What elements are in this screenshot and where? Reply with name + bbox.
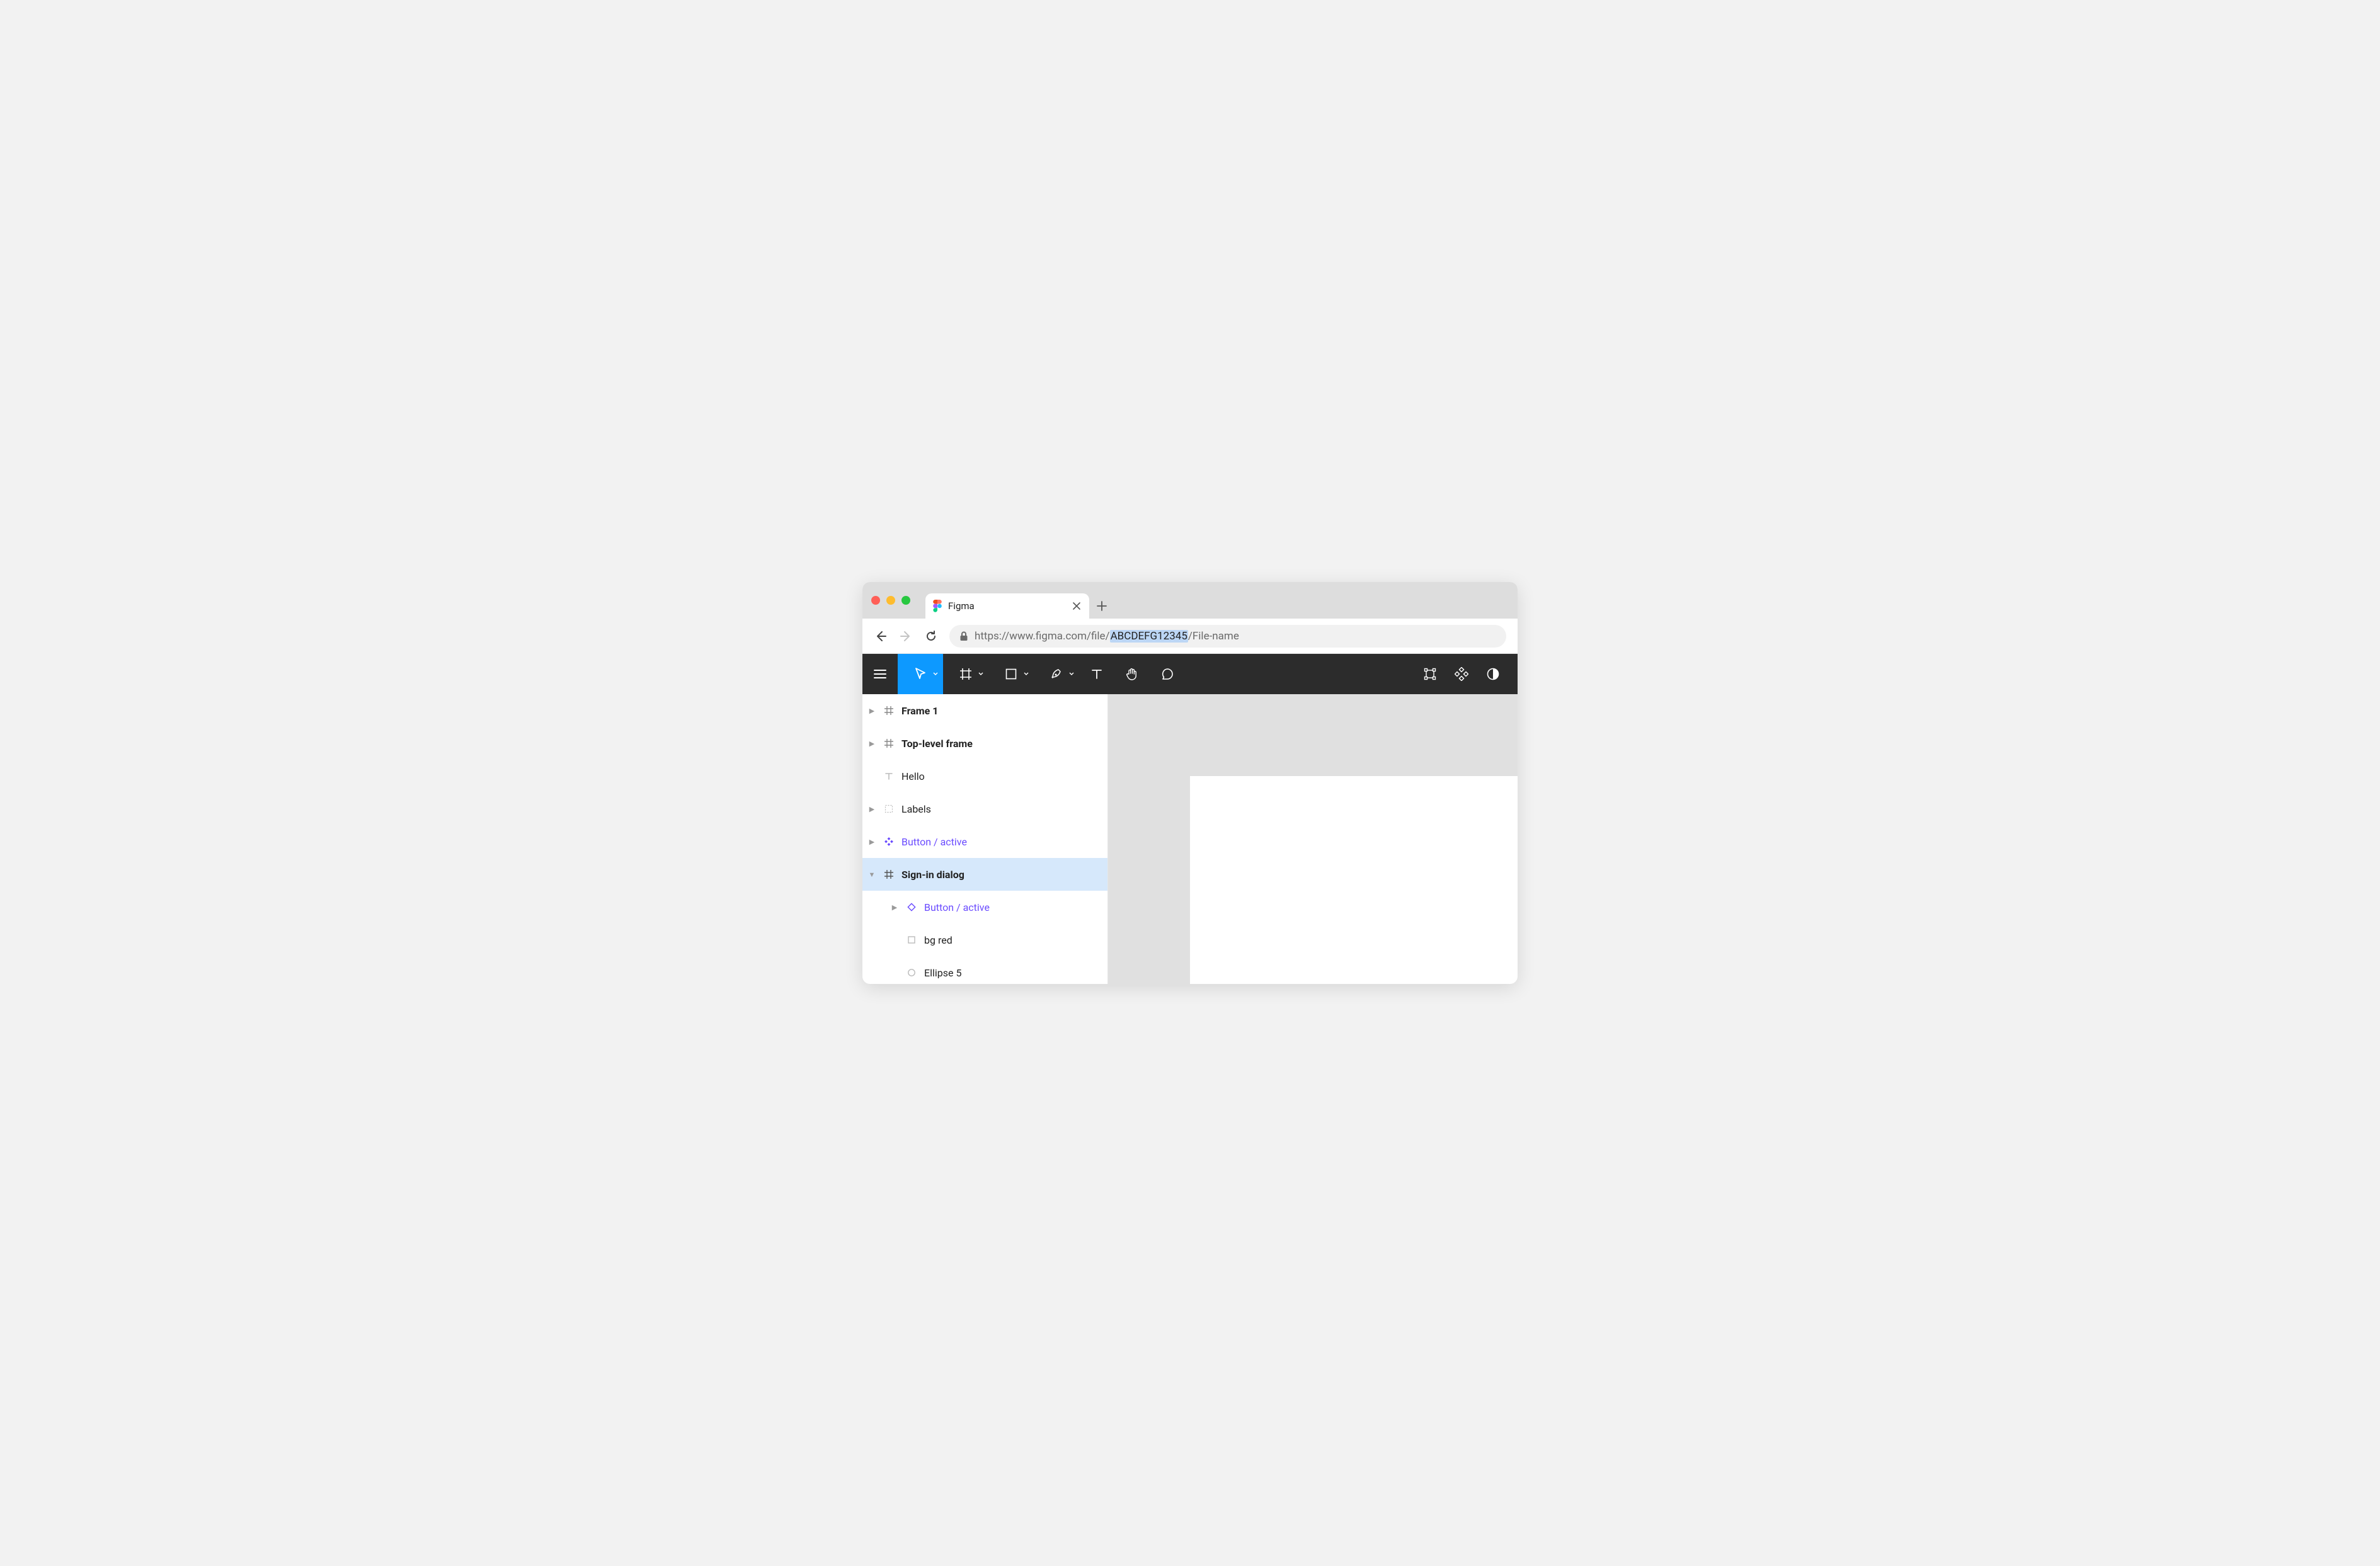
caret-right-icon: ▶ [867, 838, 876, 846]
text-tool-icon [1091, 668, 1102, 680]
text-tool-button[interactable] [1079, 654, 1114, 694]
lock-icon [959, 631, 968, 641]
reload-button[interactable] [924, 629, 938, 643]
close-tab-button[interactable] [1073, 602, 1080, 610]
layer-row-top-level-frame[interactable]: ▶ Top-level frame [862, 727, 1107, 760]
layer-row-frame-1[interactable]: ▶ Frame 1 [862, 694, 1107, 727]
tab-strip: Figma [862, 582, 1518, 619]
rect-icon [905, 935, 918, 944]
comment-tool-button[interactable] [1150, 654, 1185, 694]
figma-favicon [933, 600, 942, 612]
caret-right-icon: ▶ [867, 740, 876, 748]
chevron-down-icon [933, 672, 938, 676]
layer-label: Top-level frame [901, 738, 973, 750]
edit-object-icon[interactable] [1423, 667, 1437, 681]
layer-row-labels[interactable]: ▶ Labels [862, 792, 1107, 825]
frame-icon [883, 739, 895, 748]
pen-tool-button[interactable] [1034, 654, 1079, 694]
layers-panel: ▶ Frame 1 ▶ Top-level frame Hello [862, 694, 1108, 984]
caret-right-icon: ▶ [867, 805, 876, 813]
close-window-button[interactable] [871, 596, 880, 605]
window-controls [871, 582, 925, 619]
layer-row-bg-red[interactable]: bg red [862, 923, 1107, 956]
url-prefix: https://www.figma.com/file/ [975, 630, 1110, 643]
layer-label: Ellipse 5 [924, 967, 961, 979]
minimize-window-button[interactable] [886, 596, 895, 605]
rectangle-tool-icon [1005, 668, 1017, 680]
forward-button[interactable] [899, 629, 913, 643]
caret-down-icon: ▼ [867, 871, 876, 879]
chevron-down-icon [1024, 672, 1029, 676]
chevron-down-icon [978, 672, 983, 676]
ellipse-icon [905, 968, 918, 977]
layer-label: Frame 1 [901, 705, 938, 717]
layer-label: Hello [901, 770, 925, 782]
mask-icon[interactable] [1486, 667, 1500, 681]
frame-icon [883, 706, 895, 715]
url-selected-segment: ABCDEFG12345 [1110, 630, 1188, 643]
components-icon[interactable] [1455, 667, 1468, 681]
layer-row-sign-in-dialog[interactable]: ▼ Sign-in dialog [862, 858, 1107, 891]
artboard[interactable] [1190, 776, 1518, 984]
tab-title: Figma [948, 600, 1067, 612]
group-icon [883, 804, 895, 813]
figma-toolbar [862, 654, 1518, 694]
layer-row-ellipse-5[interactable]: Ellipse 5 [862, 956, 1107, 984]
chevron-down-icon [1069, 672, 1074, 676]
layer-label: bg red [924, 934, 953, 946]
layer-row-hello[interactable]: Hello [862, 760, 1107, 792]
layer-row-button-active-instance[interactable]: ▶ Button / active [862, 891, 1107, 923]
workspace: ▶ Frame 1 ▶ Top-level frame Hello [862, 694, 1518, 984]
address-bar-row: https://www.figma.com/file/ABCDEFG12345/… [862, 619, 1518, 654]
maximize-window-button[interactable] [901, 596, 910, 605]
new-tab-button[interactable] [1089, 593, 1114, 619]
caret-right-icon: ▶ [890, 903, 899, 912]
url-suffix: /File-name [1188, 630, 1239, 643]
main-menu-button[interactable] [862, 654, 898, 694]
frame-tool-icon [959, 668, 972, 680]
frame-icon [883, 870, 895, 879]
pen-tool-icon [1050, 668, 1063, 680]
frame-tool-button[interactable] [943, 654, 988, 694]
layer-row-button-active-component[interactable]: ▶ Button / active [862, 825, 1107, 858]
hand-tool-button[interactable] [1114, 654, 1150, 694]
layer-label: Labels [901, 803, 931, 815]
browser-window: Figma https://www.figma.com/file/ABCDEFG… [862, 582, 1518, 984]
move-tool-button[interactable] [898, 654, 943, 694]
address-bar[interactable]: https://www.figma.com/file/ABCDEFG12345/… [949, 625, 1506, 648]
browser-tab[interactable]: Figma [925, 593, 1089, 619]
shape-tool-button[interactable] [988, 654, 1034, 694]
component-icon [883, 837, 895, 846]
move-tool-icon [914, 667, 927, 681]
caret-right-icon: ▶ [867, 707, 876, 715]
comment-tool-icon [1161, 668, 1174, 680]
layer-label: Sign-in dialog [901, 869, 964, 881]
canvas[interactable] [1108, 694, 1518, 984]
back-button[interactable] [874, 629, 888, 643]
layer-label: Button / active [901, 836, 967, 848]
hand-tool-icon [1126, 667, 1138, 681]
url-text: https://www.figma.com/file/ABCDEFG12345/… [975, 630, 1239, 643]
menu-icon [874, 669, 886, 679]
layer-label: Button / active [924, 901, 990, 913]
text-icon [883, 772, 895, 780]
instance-icon [905, 903, 918, 912]
